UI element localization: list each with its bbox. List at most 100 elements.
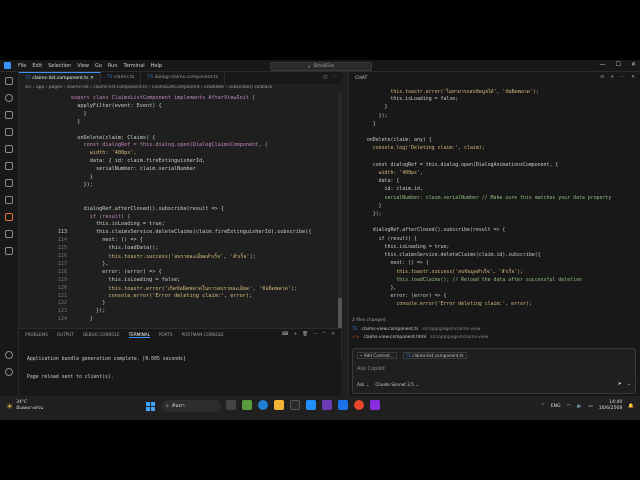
chat-input[interactable]: Ask Copilot xyxy=(357,366,385,372)
line-number: 116 xyxy=(57,253,67,259)
explorer-icon[interactable] xyxy=(5,77,13,85)
clock[interactable]: 14:40 16/6/2568 xyxy=(599,400,623,412)
maximize-panel-icon[interactable]: ^ xyxy=(322,332,326,337)
menu-file[interactable]: File xyxy=(18,63,26,69)
editor-scrollbar[interactable] xyxy=(338,93,342,363)
line-number: 117 xyxy=(57,260,67,267)
docker-icon[interactable] xyxy=(5,179,13,187)
chevron-down-icon[interactable]: ⌄ xyxy=(627,381,631,387)
extensions-icon[interactable] xyxy=(5,145,13,153)
file-explorer-icon[interactable] xyxy=(274,400,284,410)
terminal-shell-icon[interactable]: ⌨ xyxy=(282,332,289,337)
visual-studio-icon[interactable] xyxy=(322,400,332,410)
wifi-icon[interactable]: ◠ xyxy=(567,404,571,409)
remote-explorer-icon[interactable] xyxy=(5,196,13,204)
menu-edit[interactable]: Edit xyxy=(32,63,42,69)
github-icon[interactable] xyxy=(5,230,13,238)
scrollbar-thumb[interactable] xyxy=(338,298,342,328)
start-button[interactable] xyxy=(146,402,155,411)
chat-code-line: }); xyxy=(361,211,382,217)
code-line: width: '400px', xyxy=(71,150,137,157)
tab-claims-list-component[interactable]: TS claims-list.component.ts ✕ xyxy=(19,72,101,84)
notification-icon[interactable]: 🔔 xyxy=(628,404,634,409)
taskbar-search[interactable]: ⌕ ค้นหา xyxy=(161,400,221,412)
context-file-chip[interactable]: TS claims-list.component.ts xyxy=(402,352,467,359)
menu-selection[interactable]: Selection xyxy=(48,63,71,69)
more-actions-icon[interactable]: ⋯ xyxy=(332,75,337,81)
volume-icon[interactable]: 🔈 xyxy=(577,404,583,409)
account-icon[interactable] xyxy=(5,351,13,359)
chevron-up-icon[interactable]: ⌃ xyxy=(541,404,545,409)
menu-help[interactable]: Help xyxy=(151,63,162,69)
close-icon[interactable]: ✕ xyxy=(631,61,636,68)
word-icon[interactable] xyxy=(338,400,348,410)
tab-dialog-claims-component[interactable]: TS dialog-claims.component.ts xyxy=(141,72,226,84)
tab-claims[interactable]: TS claims.ts xyxy=(101,72,142,84)
trash-icon[interactable]: 🗑 xyxy=(302,332,308,337)
changed-file-item[interactable]: TS claims-view.component.ts src\app\page… xyxy=(352,327,636,332)
menu-go[interactable]: Go xyxy=(95,63,102,69)
store-icon[interactable] xyxy=(290,400,300,410)
send-icon[interactable]: ➤ xyxy=(618,381,622,387)
chat-code-line: if (result) { xyxy=(361,235,417,242)
battery-icon[interactable]: ▭ xyxy=(588,404,592,409)
code-line: } xyxy=(71,316,93,323)
code-line: if (result) { xyxy=(71,213,131,220)
code-line: export class ClaimsListComponent impleme… xyxy=(71,95,256,101)
tab-terminal[interactable]: TERMINAL xyxy=(128,332,150,338)
split-editor-icon[interactable]: ◫ xyxy=(323,75,327,81)
widgets-icon[interactable] xyxy=(242,400,252,410)
app-icon[interactable] xyxy=(370,400,380,410)
menu-view[interactable]: View xyxy=(77,63,89,69)
search-icon[interactable] xyxy=(5,94,13,102)
changed-file-item[interactable]: <> claims-view.component.html src\app\pa… xyxy=(352,335,636,340)
menu-terminal[interactable]: Terminal xyxy=(124,63,145,69)
terminal-output[interactable]: Application bundle generation complete. … xyxy=(27,355,186,382)
task-view-icon[interactable] xyxy=(226,400,236,410)
run-debug-icon[interactable] xyxy=(5,128,13,136)
chat-code-line: console.error('Error deleting claim:', e… xyxy=(361,301,532,308)
maximize-icon[interactable]: ☐ xyxy=(616,61,621,68)
close-icon[interactable]: ✕ xyxy=(631,75,635,80)
close-panel-icon[interactable]: ✕ xyxy=(331,332,335,337)
chat-code-line: data: { xyxy=(361,178,400,185)
copilot-icon[interactable] xyxy=(5,247,13,255)
tab-postman-console[interactable]: POSTMAN CONSOLE xyxy=(182,332,224,338)
menu-run[interactable]: Run xyxy=(108,63,118,69)
history-icon[interactable]: ⟲ xyxy=(600,75,604,80)
typescript-icon: TS xyxy=(106,75,114,80)
tab-ports[interactable]: PORTS xyxy=(159,332,173,338)
language-indicator[interactable]: ENG xyxy=(551,404,561,409)
breadcrumb[interactable]: src › app › pages › claims-list › claims… xyxy=(19,85,347,93)
model-select[interactable]: Claude Sonnet 3.5 ⌄ xyxy=(375,382,418,387)
testing-icon[interactable] xyxy=(5,162,13,170)
chat-code-line: width: '400px', xyxy=(361,170,423,176)
chat-code-line: } xyxy=(361,202,382,209)
postman-icon[interactable] xyxy=(5,213,13,221)
command-center-search[interactable]: ⌕ StockFire xyxy=(270,62,372,71)
new-chat-icon[interactable]: + xyxy=(610,75,614,80)
add-terminal-icon[interactable]: + xyxy=(293,332,297,337)
chat-input-box[interactable]: ⌁ Add Context... TS claims-list.componen… xyxy=(352,348,636,394)
chat-code-line: this.loadClaims(); // Reload the data af… xyxy=(361,276,582,283)
chrome-icon[interactable] xyxy=(354,400,364,410)
close-icon[interactable]: ✕ xyxy=(90,76,94,81)
chat-code-line: dialogRef.afterClosed().subscribe(result… xyxy=(361,227,506,234)
gear-icon[interactable] xyxy=(5,368,13,376)
weather-widget[interactable]: ☀ 34°C มีแดดบางส่วน xyxy=(6,400,43,412)
mode-select[interactable]: Ask ⌄ xyxy=(357,382,369,387)
chat-code-line: this.isLoading = true; xyxy=(361,243,450,250)
minimize-icon[interactable]: — xyxy=(600,61,606,68)
edge-icon[interactable] xyxy=(258,400,268,410)
search-icon: ⌕ xyxy=(166,403,169,409)
tab-problems[interactable]: PROBLEMS xyxy=(25,332,48,338)
more-actions-icon[interactable]: ⋯ xyxy=(313,332,318,337)
more-actions-icon[interactable]: ⋯ xyxy=(620,75,625,80)
tab-debug-console[interactable]: DEBUG CONSOLE xyxy=(83,332,120,338)
vscode-taskbar-icon[interactable] xyxy=(306,400,316,410)
source-control-icon[interactable] xyxy=(5,111,13,119)
tab-output[interactable]: OUTPUT xyxy=(57,332,74,338)
vscode-logo-icon xyxy=(4,62,11,69)
add-context-button[interactable]: ⌁ Add Context... xyxy=(357,352,397,359)
